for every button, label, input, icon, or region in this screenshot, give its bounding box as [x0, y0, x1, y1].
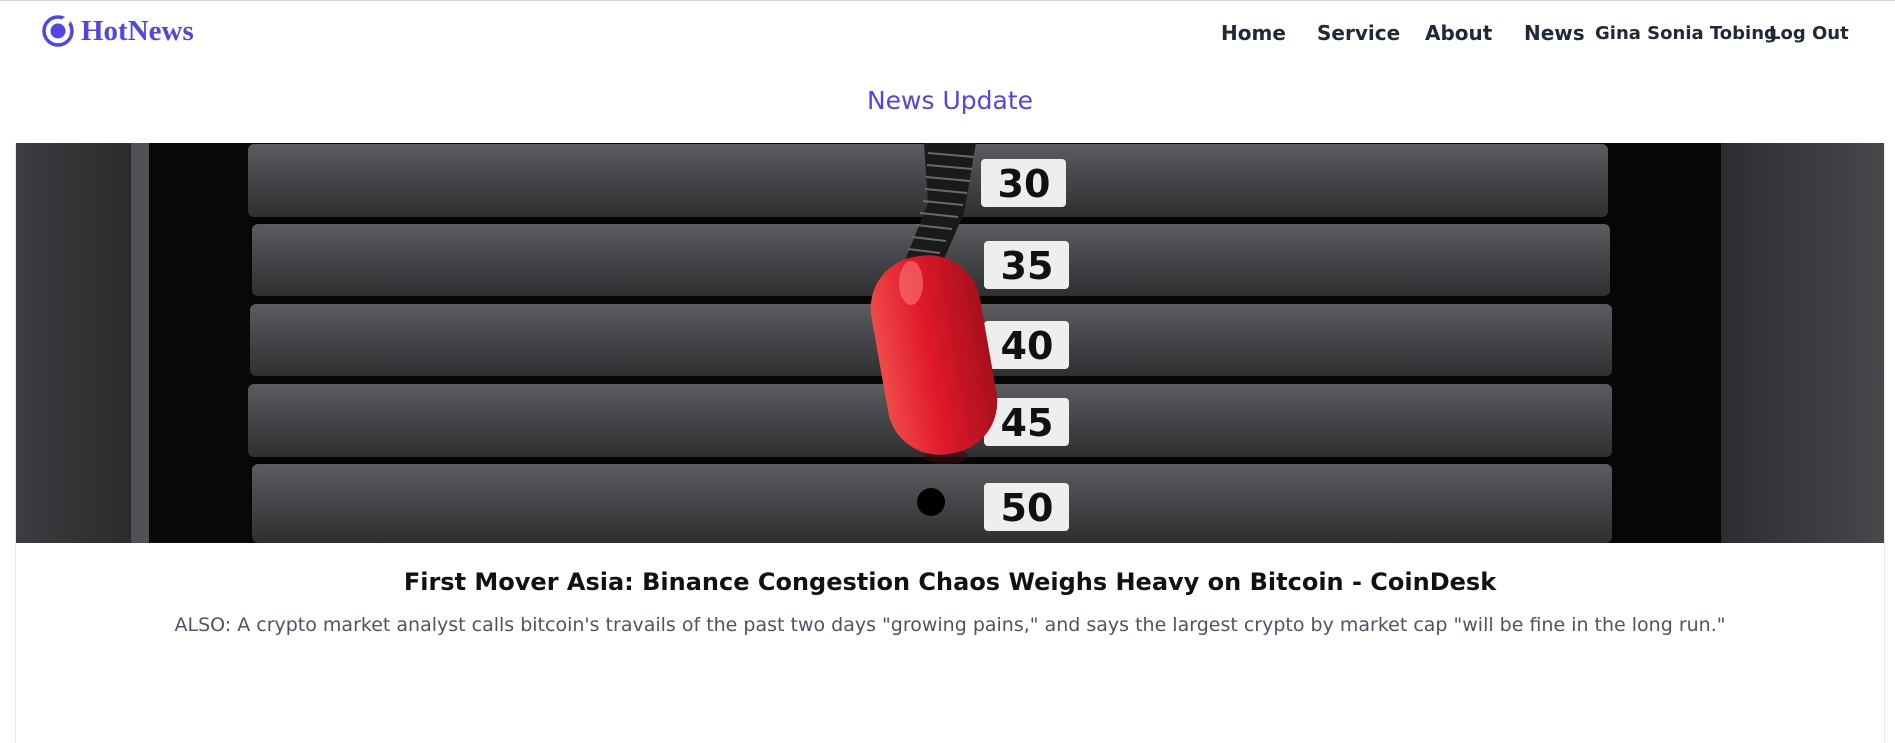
- nav-news[interactable]: News: [1524, 20, 1585, 46]
- article-title[interactable]: First Mover Asia: Binance Congestion Cha…: [16, 566, 1884, 598]
- logout-button[interactable]: Log Out: [1769, 21, 1849, 47]
- nav-about[interactable]: About: [1425, 20, 1492, 46]
- section-title: News Update: [866, 86, 1034, 115]
- plate-label: 40: [1001, 324, 1054, 368]
- plate-label: 45: [1001, 401, 1054, 445]
- plate-label: 30: [998, 162, 1051, 206]
- plate-label: 35: [1001, 244, 1054, 288]
- nav-service[interactable]: Service: [1317, 20, 1400, 46]
- article-image[interactable]: 30 35 40 45 50: [16, 143, 1884, 543]
- brand-logo-link[interactable]: HotNews: [41, 14, 194, 48]
- news-card[interactable]: 30 35 40 45 50 First Mover Asia: Binance…: [15, 143, 1885, 743]
- brand-name: HotNews: [81, 15, 194, 47]
- nav-home[interactable]: Home: [1221, 20, 1286, 46]
- nav-user-profile[interactable]: Gina Sonia Tobing: [1595, 21, 1777, 47]
- circle-logo-icon: [42, 15, 74, 47]
- plate-label: 50: [1001, 486, 1054, 530]
- navbar: HotNews Home Service About News Gina Son…: [0, 1, 1895, 63]
- article-description: ALSO: A crypto market analyst calls bitc…: [174, 614, 1726, 636]
